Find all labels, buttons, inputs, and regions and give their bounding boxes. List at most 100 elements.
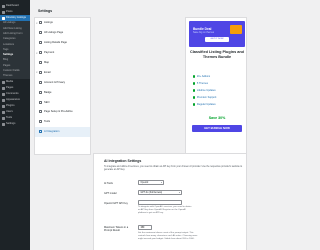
get-bundle-button[interactable]: GET BUNDLE NOW [192,125,242,132]
max-tokens-input[interactable]: 150 [138,225,152,230]
promo-feature-label: 20+ Addons [196,75,211,78]
payment-icon [39,51,42,55]
settings-tab-page-setup-pre-define[interactable]: Page Setup & Pre-define [35,107,90,117]
settings-tab-label: Payment [44,51,55,55]
check-icon [193,96,196,99]
admin-sidebar: Dashboard Posts Directory Listings All List… [0,0,30,250]
chevron-down-icon: ▾ [36,51,38,55]
gpt-model-label: GPT model [104,192,117,195]
pages-icon [2,86,5,90]
sidebar-item-label: Posts [6,9,13,13]
promo-banner-image[interactable]: Bundle Deal Save big on themes GET IT NO… [189,21,245,47]
promo-card: Bundle Deal Save big on themes GET IT NO… [185,17,247,161]
sidebar-item-label: Add New Listing [3,26,22,30]
check-icon [193,75,196,78]
gpt-model-value: GPT-4o (Full Access) [140,192,163,194]
sidebar-item-label: Dashboard [6,3,19,7]
ai-icon [39,130,42,134]
account-icon [39,80,42,84]
sidebar-item-label: Appearance [6,97,20,101]
chevron-down-icon: ▾ [178,192,180,194]
chevron-down-icon: ▾ [36,22,38,25]
settings-tab-label: Account & Privacy [44,80,66,84]
sidebar-item-label: Custom Fields [3,69,20,73]
top-bar [30,0,250,14]
sidebar-item-label: Users [6,109,13,113]
tools-icon [2,116,5,120]
settings-tab-label: SEO [44,100,50,104]
sidebar-item-label: Directory Listings [6,15,26,19]
sidebar-item-label: Settings [3,53,14,57]
sidebar-item-label: Themes [3,74,13,78]
api-key-help: To integrate with OpenAI's services, you… [138,206,192,214]
tools-icon [39,120,42,124]
users-icon [2,110,5,114]
promo-feature: Premium Support [193,94,245,101]
settings-tab-label: Page Setup & Pre-define [44,110,73,114]
settings-tab-badge[interactable]: Badge [35,87,90,97]
ai-tools-select[interactable]: OpenAI ▾ [138,180,164,185]
posts-icon [2,10,5,14]
ai-tools-label: AI Tools [104,182,113,185]
promo-feature-label: Lifetime Updates [196,89,216,92]
settings-tab-tools[interactable]: Tools [35,117,90,127]
chevron-down-icon: ▾ [36,71,38,75]
settings-tab-seo[interactable]: SEO [35,97,90,107]
main-area [93,17,179,153]
promo-badge-icon [230,25,242,34]
api-key-label: OpenAI GPT API Key [104,202,128,205]
sidebar-item-label: Plugins [6,103,15,107]
panel-description: To integrate and utilize AI services, yo… [104,166,243,171]
settings-tab-all-listings-page[interactable]: All Listings Page [35,28,90,38]
media-icon [2,80,5,84]
settings-tab-label: All Listings Page [44,31,64,35]
settings-tab-map[interactable]: Map [35,58,90,68]
page-setup-icon [39,110,42,114]
dashboard-icon [2,4,5,8]
settings-nav: ▾ Listings All Listings Page Listing Detail… [34,17,91,155]
settings-tab-label: Listings [44,21,53,25]
promo-banner-button[interactable]: GET IT NOW [205,37,229,42]
gpt-model-select[interactable]: GPT-4o (Full Access) ▾ [138,190,182,195]
check-icon [193,103,196,106]
page-title: Settings [38,9,53,13]
promo-feature-label: Premium Support [196,96,217,99]
settings-tab-listings[interactable]: ▾ Listings [35,18,90,28]
max-tokens-help: Set the maximum tokens count of the prom… [138,232,198,240]
settings-tab-label: Email [44,70,51,74]
promo-save-text: Save 30% [208,116,226,120]
sidebar-item-label: Settings [6,121,16,125]
ai-tools-value: OpenAI [140,182,149,184]
settings-tab-ai-integration[interactable]: AI Integration [35,126,90,137]
settings-tab-email[interactable]: ▾ Email [35,67,90,77]
page-icon [39,41,42,45]
page-icon [39,31,42,35]
settings-tab-payment[interactable]: ▾ Payment [35,48,90,58]
appearance-icon [2,98,5,102]
promo-feature-label: 5 Themes [196,82,208,85]
promo-feature: 20+ Addons [193,73,245,80]
promo-feature: 5 Themes [193,80,245,87]
settings-tab-label: Map [44,61,50,64]
comments-icon [2,92,5,96]
sidebar-item-label: Tags [3,47,9,51]
promo-feature-label: Regular Updates [196,103,216,106]
badge-icon [39,90,42,94]
sidebar-item-label: Comments [6,91,19,95]
check-icon [193,82,196,85]
sidebar-item-label: Pages [6,85,14,89]
settings-tab-label: AI Integration [44,130,60,134]
sidebar-item-label: Categories [3,37,16,41]
check-icon [193,89,196,92]
sidebar-item-label: Locations [3,42,15,46]
promo-feature: Lifetime Updates [193,87,245,94]
promo-feature-list: 20+ Addons 5 Themes Lifetime Updates Premiu… [193,73,245,108]
sidebar-item-settings[interactable]: Settings [0,121,30,127]
sidebar-item-label: All Listings [3,21,16,25]
sidebar-item-label: Add Listing Form [3,31,23,35]
settings-tab-account-privacy[interactable]: Account & Privacy [35,77,90,87]
api-key-input[interactable] [138,200,182,205]
settings-tab-listing-details-page[interactable]: Listing Details Page [35,38,90,48]
sidebar-item-label: Pages [3,63,11,67]
max-tokens-label: Maximum Tokens in a Prompt Result [104,226,129,232]
